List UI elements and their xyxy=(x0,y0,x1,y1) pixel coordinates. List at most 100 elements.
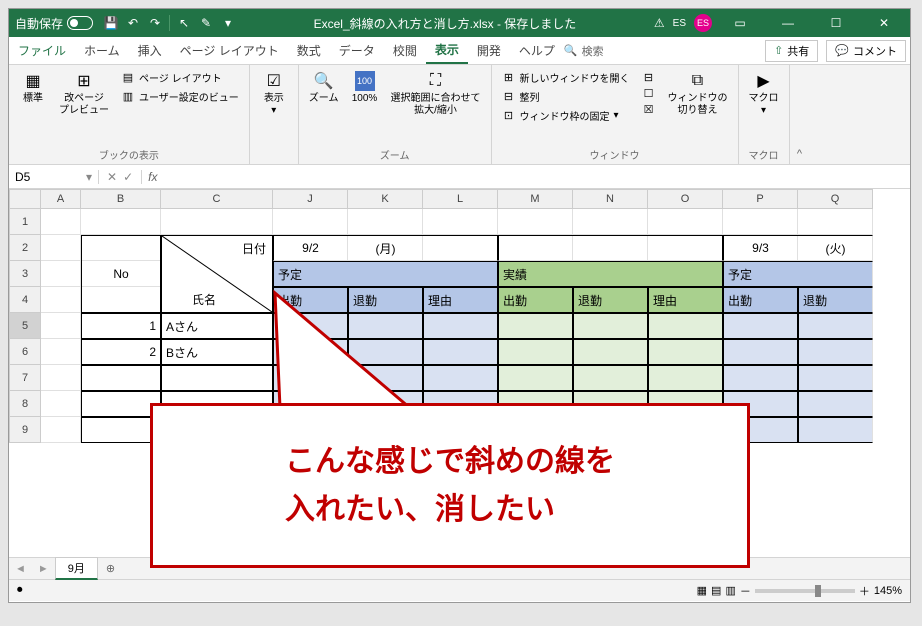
new-window-button[interactable]: ⊞新しいウィンドウを開く xyxy=(498,69,634,86)
menu-pagelayout[interactable]: ページ レイアウト xyxy=(171,37,288,64)
cell[interactable] xyxy=(423,365,498,391)
menu-help[interactable]: ヘルプ xyxy=(510,37,564,64)
sheet-tab-active[interactable]: 9月 xyxy=(55,557,98,580)
fx-label[interactable]: fx xyxy=(142,170,163,184)
cell[interactable] xyxy=(498,209,573,235)
menu-review[interactable]: 校閲 xyxy=(384,37,426,64)
cell[interactable] xyxy=(498,313,573,339)
row-header[interactable]: 8 xyxy=(9,391,41,417)
view-normal-icon[interactable]: ▦ xyxy=(697,584,707,597)
menu-developer[interactable]: 開発 xyxy=(468,37,510,64)
cell[interactable] xyxy=(41,287,81,313)
cell[interactable] xyxy=(723,365,798,391)
cursor-icon[interactable]: ↖ xyxy=(176,15,192,31)
freeze-button[interactable]: ⊡ウィンドウ枠の固定 ▾ xyxy=(498,107,634,124)
row-header[interactable]: 4 xyxy=(9,287,41,313)
pagebreak-button[interactable]: ⊞改ページ プレビュー xyxy=(55,69,113,119)
menu-data[interactable]: データ xyxy=(330,37,384,64)
cell[interactable] xyxy=(273,313,348,339)
cell[interactable] xyxy=(798,365,873,391)
cell[interactable] xyxy=(273,209,348,235)
macro-button[interactable]: ▶マクロ▾ xyxy=(745,69,783,119)
cell[interactable] xyxy=(648,339,723,365)
col-header[interactable]: K xyxy=(348,189,423,209)
row-header[interactable]: 7 xyxy=(9,365,41,391)
menu-file[interactable]: ファイル xyxy=(9,37,75,64)
cell[interactable]: 1 xyxy=(81,313,161,339)
col-header[interactable]: O xyxy=(648,189,723,209)
pen-icon[interactable]: ✎ xyxy=(198,15,214,31)
cell[interactable] xyxy=(348,365,423,391)
zoom-out-button[interactable]: － xyxy=(740,583,751,599)
zoom-button[interactable]: 🔍ズーム xyxy=(305,69,343,107)
col-header[interactable]: N xyxy=(573,189,648,209)
cell[interactable]: (月) xyxy=(348,235,423,261)
cell[interactable] xyxy=(723,313,798,339)
cell[interactable] xyxy=(41,339,81,365)
menu-formulas[interactable]: 数式 xyxy=(288,37,330,64)
cell[interactable] xyxy=(348,209,423,235)
cell[interactable]: 予定 xyxy=(723,261,873,287)
col-header[interactable]: P xyxy=(723,189,798,209)
zoom100-button[interactable]: 100100% xyxy=(347,69,383,107)
cell[interactable]: 実績 xyxy=(498,261,723,287)
cell[interactable] xyxy=(798,339,873,365)
cell[interactable]: 予定 xyxy=(273,261,498,287)
menu-view[interactable]: 表示 xyxy=(426,37,468,64)
tab-nav-prev[interactable]: ◄ xyxy=(9,563,32,575)
dropdown-icon[interactable]: ▾ xyxy=(220,15,236,31)
customview-button[interactable]: ▥ユーザー設定のビュー xyxy=(117,88,243,105)
cell[interactable] xyxy=(273,339,348,365)
col-header[interactable]: M xyxy=(498,189,573,209)
row-header[interactable]: 6 xyxy=(9,339,41,365)
cell[interactable] xyxy=(798,209,873,235)
switch-window-button[interactable]: ⧉ウィンドウの 切り替え xyxy=(664,69,732,119)
unhide-button[interactable]: ☒ xyxy=(638,101,660,117)
row-header[interactable]: 3 xyxy=(9,261,41,287)
cell[interactable]: 出勤 xyxy=(498,287,573,313)
cell[interactable] xyxy=(41,417,81,443)
cell[interactable]: 2 xyxy=(81,339,161,365)
cell[interactable] xyxy=(161,209,273,235)
zoom-selection-button[interactable]: ⛶選択範囲に合わせて 拡大/縮小 xyxy=(387,69,485,119)
accept-formula-icon[interactable]: ✓ xyxy=(123,170,133,184)
cell[interactable] xyxy=(41,261,81,287)
menu-insert[interactable]: 挿入 xyxy=(129,37,171,64)
cell[interactable] xyxy=(573,209,648,235)
pagelayout-button[interactable]: ▤ページ レイアウト xyxy=(117,69,243,86)
cell[interactable]: 退勤 xyxy=(573,287,648,313)
cell[interactable]: 理由 xyxy=(648,287,723,313)
record-macro-icon[interactable]: ⏺ xyxy=(17,584,23,597)
cell[interactable] xyxy=(798,391,873,417)
cell[interactable] xyxy=(573,313,648,339)
zoom-slider[interactable] xyxy=(755,589,855,593)
cell[interactable] xyxy=(41,209,81,235)
cell[interactable] xyxy=(81,209,161,235)
cell[interactable] xyxy=(498,235,723,261)
cell[interactable] xyxy=(41,391,81,417)
split-button[interactable]: ⊟ xyxy=(638,69,660,85)
zoom-level[interactable]: 145% xyxy=(874,585,902,597)
zoom-in-button[interactable]: ＋ xyxy=(859,583,870,599)
cell[interactable]: Aさん xyxy=(161,313,273,339)
cell[interactable] xyxy=(723,209,798,235)
col-header[interactable]: C xyxy=(161,189,273,209)
normal-view-button[interactable]: ▦標準 xyxy=(15,69,51,107)
maximize-icon[interactable]: ☐ xyxy=(816,9,856,37)
hide-button[interactable]: ☐ xyxy=(638,85,660,101)
row-header[interactable]: 2 xyxy=(9,235,41,261)
cell[interactable] xyxy=(498,365,573,391)
cell[interactable] xyxy=(41,313,81,339)
warning-icon[interactable]: ⚠ xyxy=(654,16,665,30)
cell[interactable]: Bさん xyxy=(161,339,273,365)
cell[interactable] xyxy=(648,313,723,339)
cell[interactable] xyxy=(348,313,423,339)
cell[interactable] xyxy=(81,417,161,443)
tab-nav-next[interactable]: ► xyxy=(32,563,55,575)
cell[interactable] xyxy=(41,365,81,391)
cell[interactable] xyxy=(723,339,798,365)
cell[interactable] xyxy=(273,365,348,391)
search-box[interactable]: 🔍検索 xyxy=(564,43,604,59)
cell[interactable] xyxy=(41,235,81,261)
cell[interactable] xyxy=(573,339,648,365)
